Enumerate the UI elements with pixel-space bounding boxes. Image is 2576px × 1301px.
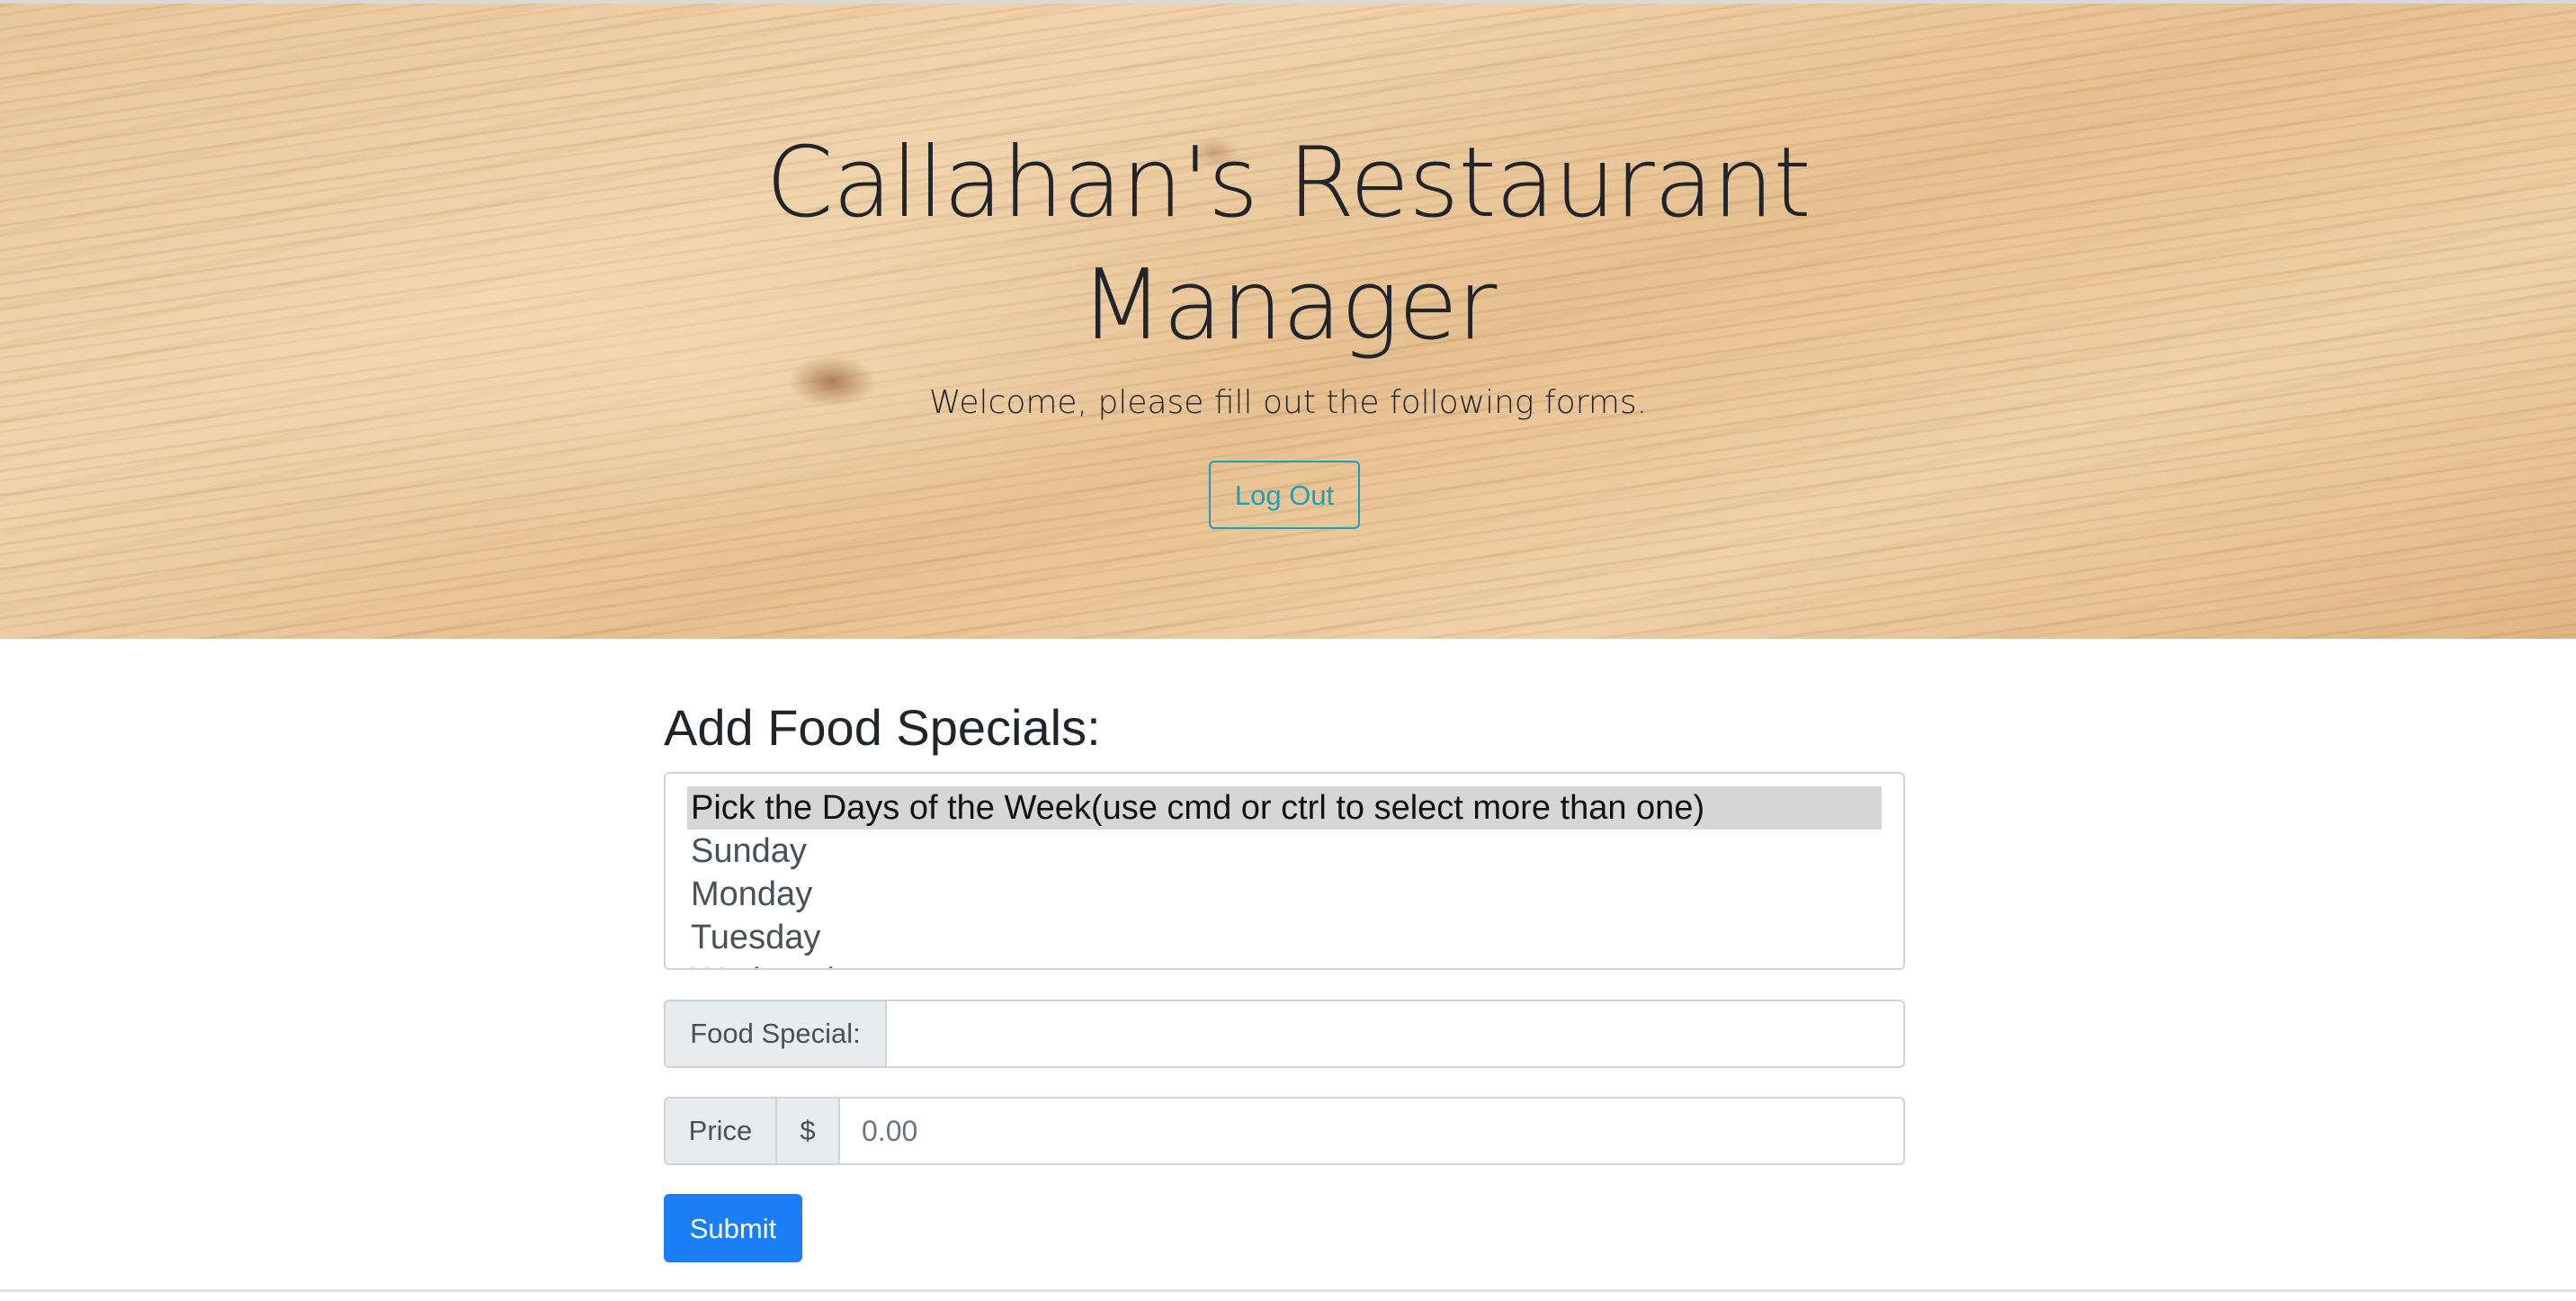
page-title-line-2: Manager (1079, 249, 1498, 362)
form-heading: Add Food Specials: (664, 699, 1101, 756)
price-label: Price (664, 1097, 777, 1165)
welcome-message: Welcome, please fill out the following f… (928, 384, 1648, 421)
bottom-border (0, 1289, 2576, 1292)
page-title: Callahan's Restaurant Manager (748, 122, 1828, 367)
hero-content: Callahan's Restaurant Manager Welcome, p… (0, 4, 2576, 639)
food-special-input[interactable] (887, 1000, 1905, 1068)
days-option-tuesday[interactable]: Tuesday (687, 916, 1882, 959)
days-of-week-multiselect[interactable]: Pick the Days of the Week(use cmd or ctr… (664, 772, 1905, 970)
days-option-wednesday[interactable]: Wednesday (687, 959, 1882, 968)
hero-banner: Callahan's Restaurant Manager Welcome, p… (0, 4, 2576, 639)
price-input[interactable] (840, 1097, 1905, 1165)
days-option-monday[interactable]: Monday (687, 873, 1882, 916)
submit-button[interactable]: Submit (664, 1194, 802, 1262)
food-special-label: Food Special: (664, 1000, 887, 1068)
price-input-group: Price $ (664, 1097, 1905, 1165)
page-title-line-1: Callahan's Restaurant (765, 127, 1811, 239)
food-special-input-group: Food Special: (664, 1000, 1905, 1068)
log-out-button[interactable]: Log Out (1209, 461, 1360, 529)
days-option-sunday[interactable]: Sunday (687, 830, 1882, 873)
days-option-placeholder[interactable]: Pick the Days of the Week(use cmd or ctr… (687, 786, 1882, 830)
currency-symbol: $ (777, 1097, 840, 1165)
